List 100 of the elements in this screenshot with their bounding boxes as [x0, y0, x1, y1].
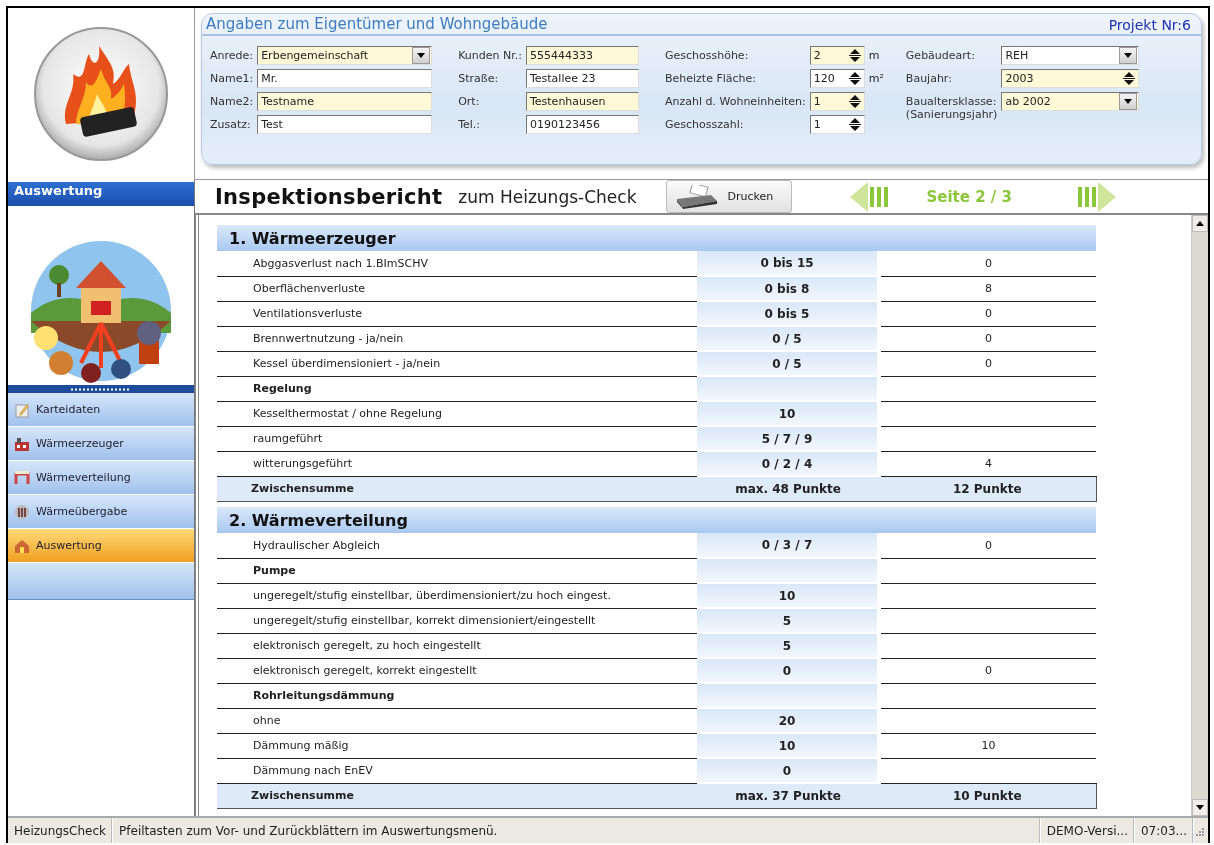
field-note: (Sanierungsjahr) — [905, 108, 998, 121]
spin-arrows-icon — [1121, 71, 1138, 86]
status-message: Pfeiltasten zum Vor- und Zurückblättern im Auswertungsmenü. — [113, 818, 1041, 843]
page-indicator: Seite 2 / 3 — [926, 187, 1012, 206]
spin-arrows-icon — [846, 117, 863, 132]
text-field[interactable]: Testenhausen — [525, 92, 639, 111]
spin-arrows-icon — [846, 94, 863, 109]
points-range-cell: 10 — [697, 401, 879, 426]
spin-arrows-icon — [846, 48, 863, 63]
text-field[interactable]: 555444333 — [525, 46, 639, 65]
points-range-cell: 0 bis 15 — [697, 251, 879, 276]
section-heading: 1. Wärmeerzeuger — [217, 225, 1096, 251]
criterion-label: ohne — [217, 708, 697, 733]
report-title: Inspektionsbericht — [215, 184, 443, 209]
field-label: Straße: — [458, 72, 500, 85]
score-value: 0 — [879, 658, 1096, 683]
status-time: 07:03... — [1134, 818, 1194, 843]
nav-item[interactable]: Wärmeübergabe — [8, 495, 194, 529]
points-range-cell: 0 bis 5 — [697, 301, 879, 326]
caret-icon — [1124, 99, 1133, 104]
group-label: Rohrleitungsdämmung — [217, 683, 697, 708]
splitter-grip-icon[interactable] — [71, 387, 131, 391]
criterion-label: Abggasverlust nach 1.BImSCHV — [217, 251, 697, 276]
print-button[interactable]: Drucken — [666, 180, 793, 213]
text-field[interactable]: Mr. — [257, 69, 433, 88]
criterion-label: Dämmung mäßig — [217, 733, 697, 758]
scroll-up-button[interactable] — [1192, 215, 1208, 232]
status-version: DEMO-Versi... — [1040, 818, 1135, 843]
nav-item[interactable]: Wärmeerzeuger — [8, 427, 194, 461]
field-label: Baualtersklasse: — [905, 95, 998, 108]
subtotal-max: max. 48 Punkte — [697, 476, 879, 501]
field-label: Name1: — [210, 72, 254, 85]
criterion-label: ungeregelt/stufig einstellbar, korrekt dimensioniert/eingestellt — [217, 608, 697, 633]
house-icon — [14, 537, 30, 554]
dropdown-field[interactable]: ab 2002 — [1001, 92, 1140, 111]
points-range-cell: 10 — [697, 583, 879, 608]
note-icon — [14, 401, 30, 418]
points-range-cell: 0 / 5 — [697, 326, 879, 351]
nav-item[interactable]: Karteidaten — [8, 393, 194, 427]
nav-item[interactable]: Wärmeverteilung — [8, 461, 194, 495]
field-label: Name2: — [210, 95, 254, 108]
criterion-label: Kessel überdimensioniert - ja/nein — [217, 351, 697, 376]
field-label: Tel.: — [458, 118, 482, 131]
unit-label: m² — [868, 71, 884, 85]
radiator-icon — [14, 503, 30, 520]
score-value: 0 — [879, 326, 1096, 351]
dropdown-field[interactable]: Erbengemeinschaft — [257, 46, 433, 65]
field-label: Gebäudeart: — [905, 49, 976, 62]
text-field[interactable]: Testname — [257, 92, 433, 111]
subtotal-score: 10 Punkte — [879, 783, 1096, 808]
criterion-label: Oberflächenverluste — [217, 276, 697, 301]
field-label: Geschosshöhe: — [664, 49, 750, 62]
score-value: 0 — [879, 533, 1096, 558]
criterion-label: ungeregelt/stufig einstellbar, überdimensioniert/zu hoch eingest. — [217, 583, 697, 608]
field-label: Anzahl d. Wohneinheiten: — [664, 95, 806, 108]
field-label: Beheizte Fläche: — [664, 72, 758, 85]
caret-icon — [417, 53, 426, 58]
section-heading: 2. Wärmeverteilung — [217, 507, 1096, 533]
form-title: Angaben zum Eigentümer und Wohngebäude — [206, 15, 548, 33]
up-arrow-icon — [1196, 221, 1204, 226]
spinner-field[interactable]: 1 — [809, 92, 865, 111]
criterion-label: raumgeführt — [217, 426, 697, 451]
subtotal-max: max. 37 Punkte — [697, 783, 879, 808]
status-app-name: HeizungsCheck — [8, 818, 114, 843]
criterion-label: Hydraulischer Abgleich — [217, 533, 697, 558]
spinner-field[interactable]: 120 — [809, 69, 865, 88]
report-subtitle: zum Heizungs-Check — [458, 186, 637, 207]
points-range-cell: 20 — [697, 708, 879, 733]
field-label: Anrede: — [210, 49, 254, 62]
points-range-cell: 0 — [697, 758, 879, 783]
criterion-label: Ventilationsverluste — [217, 301, 697, 326]
points-range-cell: 5 — [697, 608, 879, 633]
score-value: 0 — [879, 351, 1096, 376]
score-value: 10 — [879, 733, 1096, 758]
resize-grip-icon[interactable] — [1194, 825, 1204, 836]
unit-label: m — [868, 48, 881, 62]
spinner-field[interactable]: 2 — [809, 46, 865, 65]
printer-icon — [675, 184, 720, 209]
score-value: 0 — [879, 301, 1096, 326]
dropdown-field[interactable]: REH — [1001, 46, 1140, 65]
criterion-label: Dämmung nach EnEV — [217, 758, 697, 783]
field-label: Ort: — [458, 95, 481, 108]
criterion-label: Brennwertnutzung - ja/nein — [217, 326, 697, 351]
text-field[interactable]: Test — [257, 115, 433, 134]
spinner-field[interactable]: 2003 — [1001, 69, 1140, 88]
score-value: 0 — [879, 251, 1096, 276]
spin-arrows-icon — [846, 71, 863, 86]
points-range-cell: 0 / 3 / 7 — [697, 533, 879, 558]
subtotal-score: 12 Punkte — [879, 476, 1096, 501]
text-field[interactable]: 0190123456 — [525, 115, 639, 134]
nav-item[interactable]: Auswertung — [8, 529, 194, 563]
subtotal-label: Zwischensumme — [217, 476, 697, 501]
scroll-down-button[interactable] — [1192, 799, 1208, 816]
group-label: Pumpe — [217, 558, 697, 583]
text-field[interactable]: Testallee 23 — [525, 69, 639, 88]
subtotal-label: Zwischensumme — [217, 783, 697, 808]
field-label: Kunden Nr.: — [458, 49, 522, 62]
points-range-cell: 5 — [697, 633, 879, 658]
down-arrow-icon — [1196, 805, 1204, 810]
spinner-field[interactable]: 1 — [809, 115, 865, 134]
